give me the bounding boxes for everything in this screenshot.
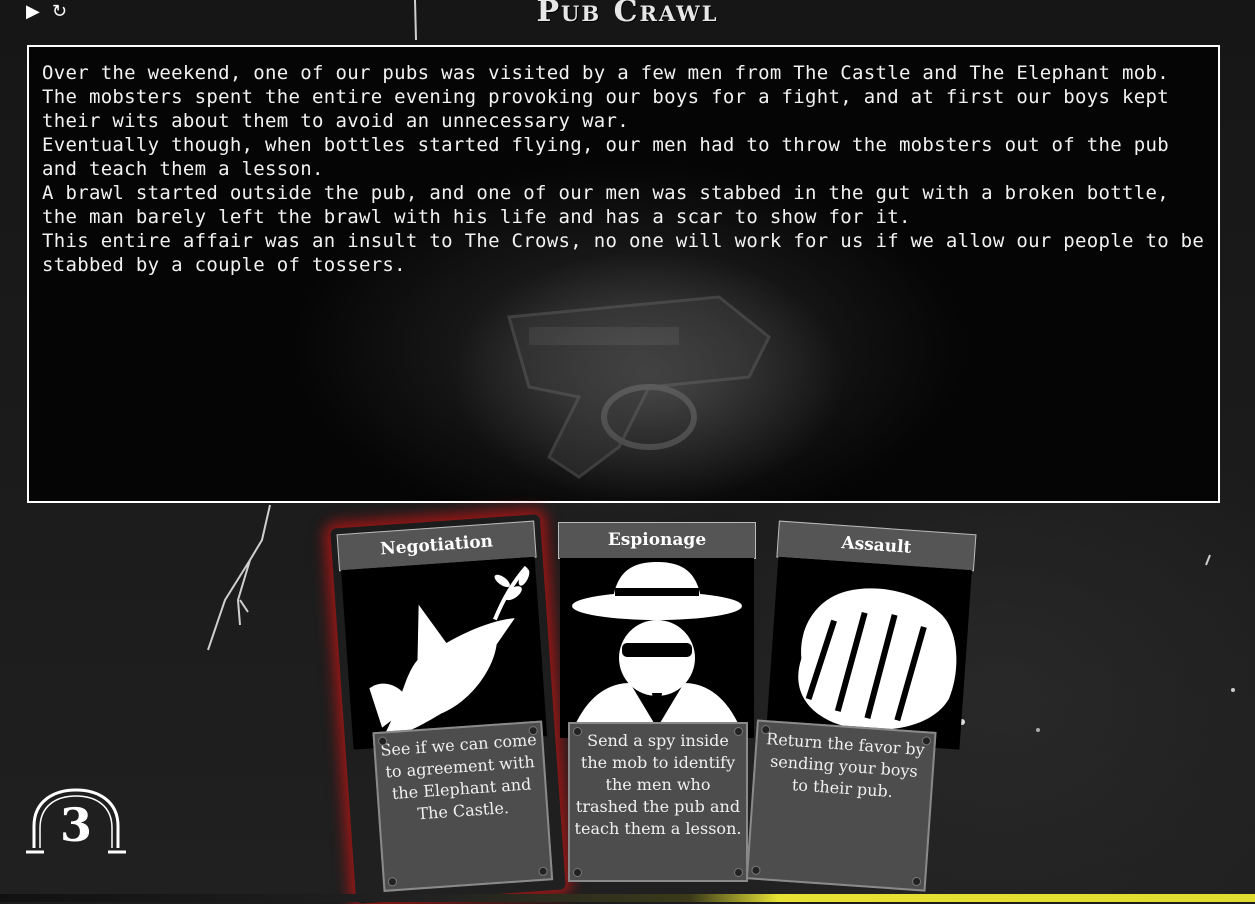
fist-icon xyxy=(798,588,957,730)
card-art xyxy=(765,556,972,750)
rivet-icon xyxy=(734,868,743,877)
card-description: Return the favor by sending your boys to… xyxy=(745,719,937,892)
card-assault[interactable]: Assault Return the favor by sending your… xyxy=(745,520,977,898)
card-art xyxy=(560,558,754,738)
rivet-icon xyxy=(528,725,539,736)
round-number: 3 xyxy=(59,798,92,852)
rivet-icon xyxy=(751,865,761,876)
card-espionage[interactable]: Espionage Send a spy inside the mob to i… xyxy=(558,522,756,886)
card-negotiation[interactable]: Negotiation See if we can come to agreem… xyxy=(336,520,560,898)
rivet-icon xyxy=(911,876,922,887)
card-description: See if we can come to agreement with the… xyxy=(372,720,554,892)
story-text: Over the weekend, one of our pubs was vi… xyxy=(42,61,1208,277)
card-title: Espionage xyxy=(558,522,756,559)
story-paragraph: This entire affair was an insult to The … xyxy=(42,230,1205,276)
spy-icon xyxy=(570,562,744,738)
card-art xyxy=(341,556,548,750)
rivet-icon xyxy=(573,868,582,877)
revolver-illustration xyxy=(507,295,771,479)
dove-icon xyxy=(369,565,530,738)
story-paragraph: Over the weekend, one of our pubs was vi… xyxy=(42,62,1169,84)
rivet-icon xyxy=(734,727,743,736)
bottom-strip xyxy=(0,894,1255,902)
rivet-icon xyxy=(921,736,932,746)
rivet-icon xyxy=(538,866,548,877)
card-description-text: Return the favor by sending your boys to… xyxy=(765,729,926,802)
rivet-icon xyxy=(387,876,398,887)
card-description-text: See if we can come to agreement with the… xyxy=(379,729,538,824)
story-paragraph: Eventually though, when bottles started … xyxy=(42,134,1169,180)
page-title: Pub Crawl xyxy=(536,0,719,29)
story-paragraph: A brawl started outside the pub, and one… xyxy=(42,182,1169,228)
card-description: Send a spy inside the mob to identify th… xyxy=(568,722,748,882)
story-paragraph: The mobsters spent the entire evening pr… xyxy=(42,86,1169,132)
card-description-text: Send a spy inside the mob to identify th… xyxy=(574,731,742,838)
rivet-icon xyxy=(573,727,582,736)
story-panel: Over the weekend, one of our pubs was vi… xyxy=(27,45,1220,503)
